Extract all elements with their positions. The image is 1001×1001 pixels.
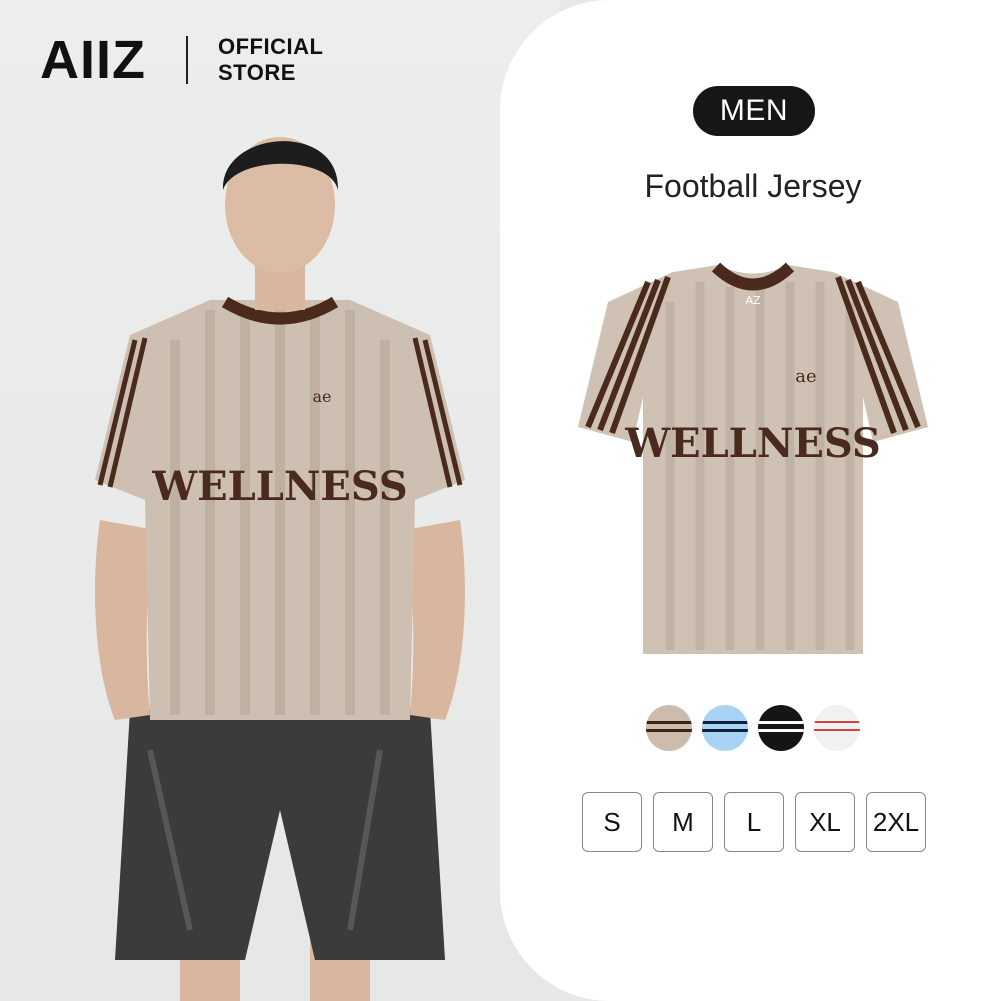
swatch-light-blue[interactable]	[702, 705, 748, 751]
category-badge[interactable]: MEN	[693, 86, 815, 136]
product-jersey-print: WELLNESS	[624, 420, 881, 467]
swatch-black[interactable]	[758, 705, 804, 751]
brand-divider	[186, 36, 188, 84]
size-selector: S M L XL 2XL	[582, 792, 926, 852]
product-monogram: ae	[795, 366, 816, 387]
product-jersey-image: AZ ae WELLNESS	[578, 262, 928, 654]
store-line-2: STORE	[218, 60, 296, 85]
brand-logo: AIIZ	[40, 30, 146, 90]
size-option-l[interactable]: L	[724, 792, 784, 852]
official-store-label: OFFICIAL STORE	[218, 34, 323, 86]
size-option-m[interactable]: M	[653, 792, 713, 852]
model-photo-panel: AIIZ OFFICIAL STORE WELLNESS ae	[0, 0, 560, 1001]
size-option-xl[interactable]: XL	[795, 792, 855, 852]
model-wearing-jersey: WELLNESS ae	[95, 137, 465, 1001]
brand-header: AIIZ OFFICIAL STORE	[40, 30, 323, 90]
model-jersey-print: WELLNESS	[151, 463, 408, 510]
swatch-beige[interactable]	[646, 705, 692, 751]
color-swatches	[646, 705, 860, 751]
size-option-2xl[interactable]: 2XL	[866, 792, 926, 852]
product-title: Football Jersey	[644, 168, 862, 204]
model-monogram: ae	[312, 387, 331, 406]
collar-logo: AZ	[745, 294, 761, 307]
store-line-1: OFFICIAL	[218, 34, 324, 59]
swatch-white[interactable]	[814, 705, 860, 751]
size-option-s[interactable]: S	[582, 792, 642, 852]
